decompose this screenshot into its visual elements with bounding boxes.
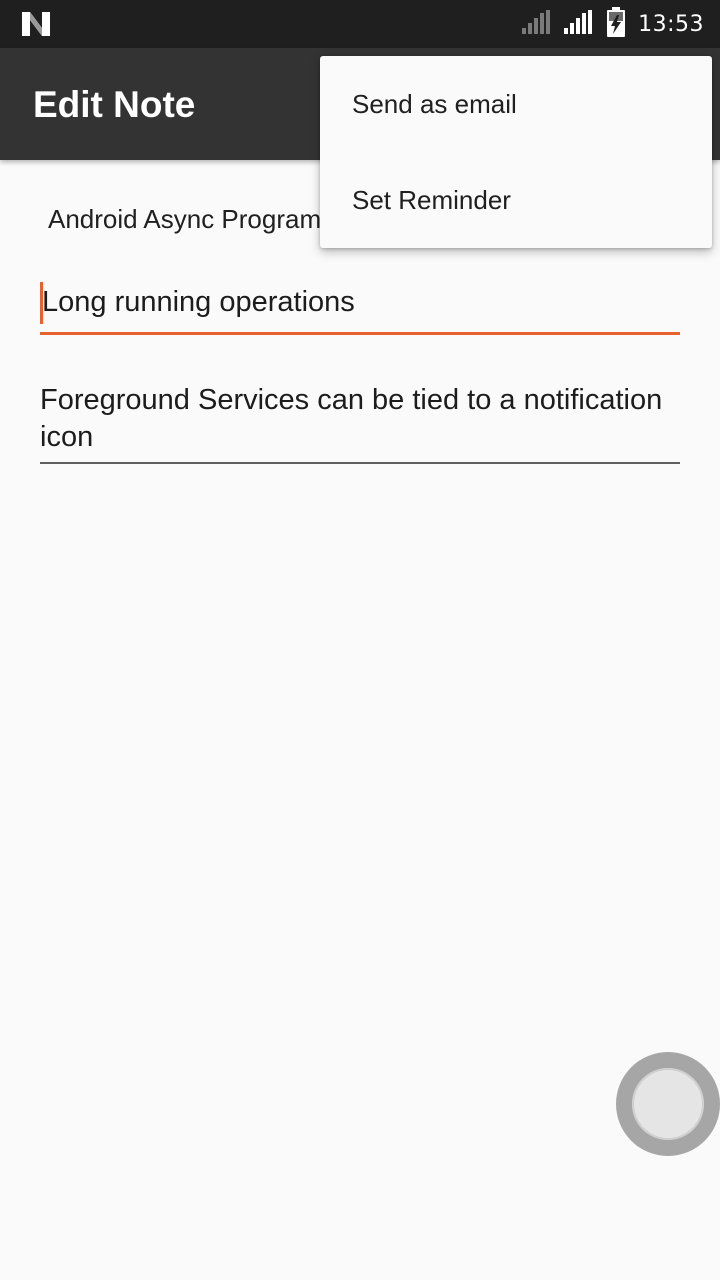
note-title-field[interactable]: Long running operations <box>40 280 680 335</box>
note-title-value: Long running operations <box>42 286 355 318</box>
menu-item-label: Set Reminder <box>352 184 511 215</box>
signal-2-icon <box>564 10 594 38</box>
signal-1-icon <box>522 10 552 38</box>
menu-item-set-reminder[interactable]: Set Reminder <box>320 152 712 248</box>
overflow-menu: Send as email Set Reminder <box>320 56 712 248</box>
menu-item-send-as-email[interactable]: Send as email <box>320 56 712 152</box>
battery-charging-icon <box>606 7 626 41</box>
assistive-touch-button[interactable] <box>616 1052 720 1156</box>
status-time: 13:53 <box>638 11 704 37</box>
assistive-touch-inner <box>632 1068 704 1140</box>
note-editor: Android Async Programming and Services L… <box>0 160 720 1280</box>
page-title: Edit Note <box>33 84 196 125</box>
status-bar: 13:53 <box>0 0 720 48</box>
n-logo-icon <box>20 10 52 38</box>
note-text-field[interactable]: Foreground Services can be tied to a not… <box>40 382 680 464</box>
status-icons: 13:53 <box>522 0 704 48</box>
menu-item-label: Send as email <box>352 88 517 119</box>
note-text-value: Foreground Services can be tied to a not… <box>40 384 663 453</box>
